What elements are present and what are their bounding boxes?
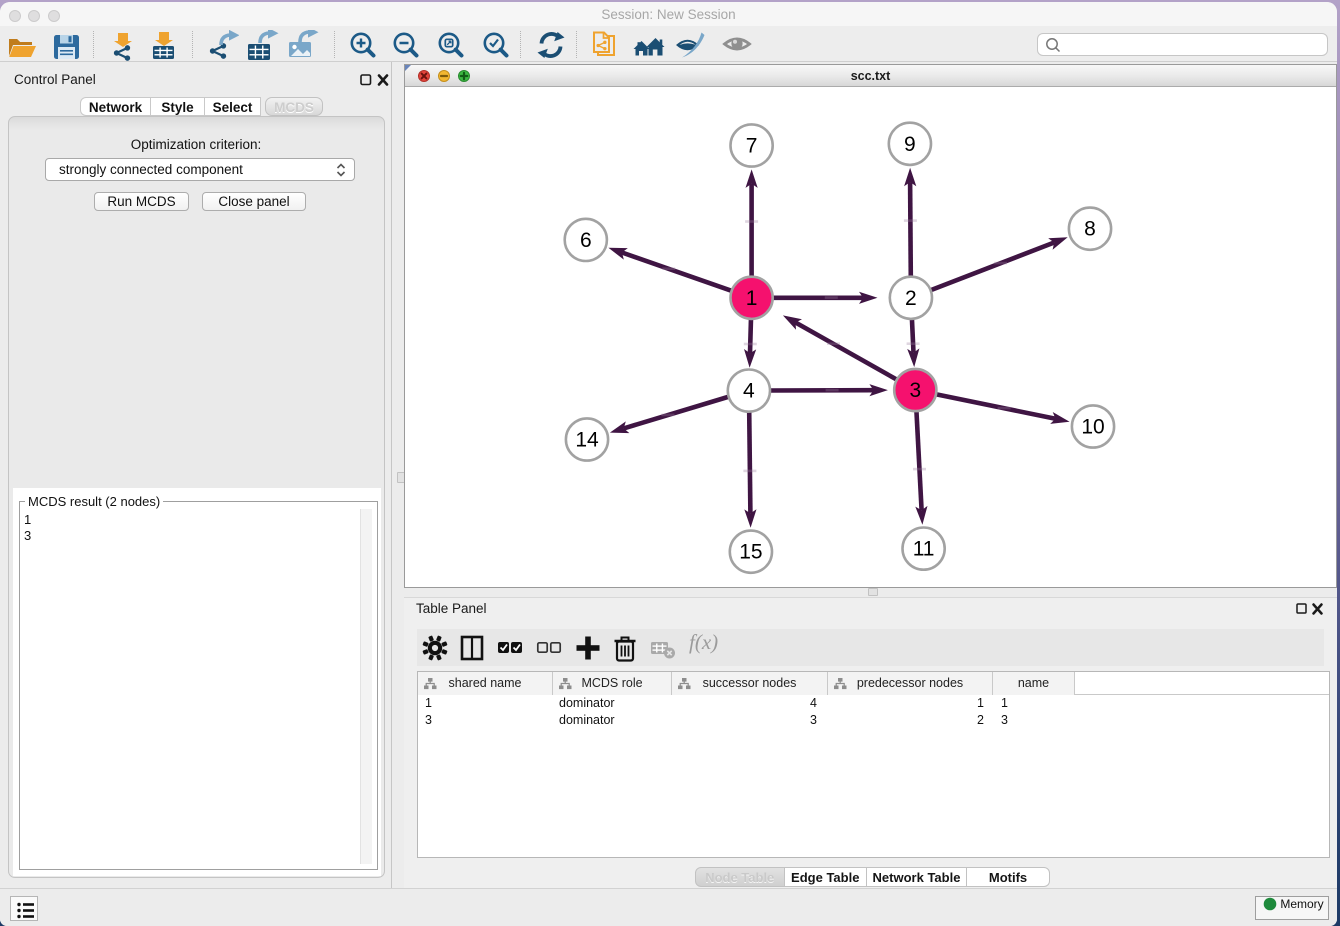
svg-text:2: 2 bbox=[905, 287, 917, 310]
svg-text:9: 9 bbox=[904, 133, 916, 156]
svg-text:6: 6 bbox=[580, 229, 592, 252]
svg-text:4: 4 bbox=[743, 380, 755, 403]
svg-text:14: 14 bbox=[575, 429, 599, 452]
svg-text:1: 1 bbox=[746, 287, 758, 310]
svg-text:7: 7 bbox=[746, 135, 758, 158]
svg-text:11: 11 bbox=[913, 538, 935, 561]
svg-text:3: 3 bbox=[909, 379, 921, 402]
svg-text:15: 15 bbox=[739, 541, 762, 564]
svg-text:10: 10 bbox=[1081, 416, 1104, 439]
svg-text:8: 8 bbox=[1084, 218, 1096, 241]
